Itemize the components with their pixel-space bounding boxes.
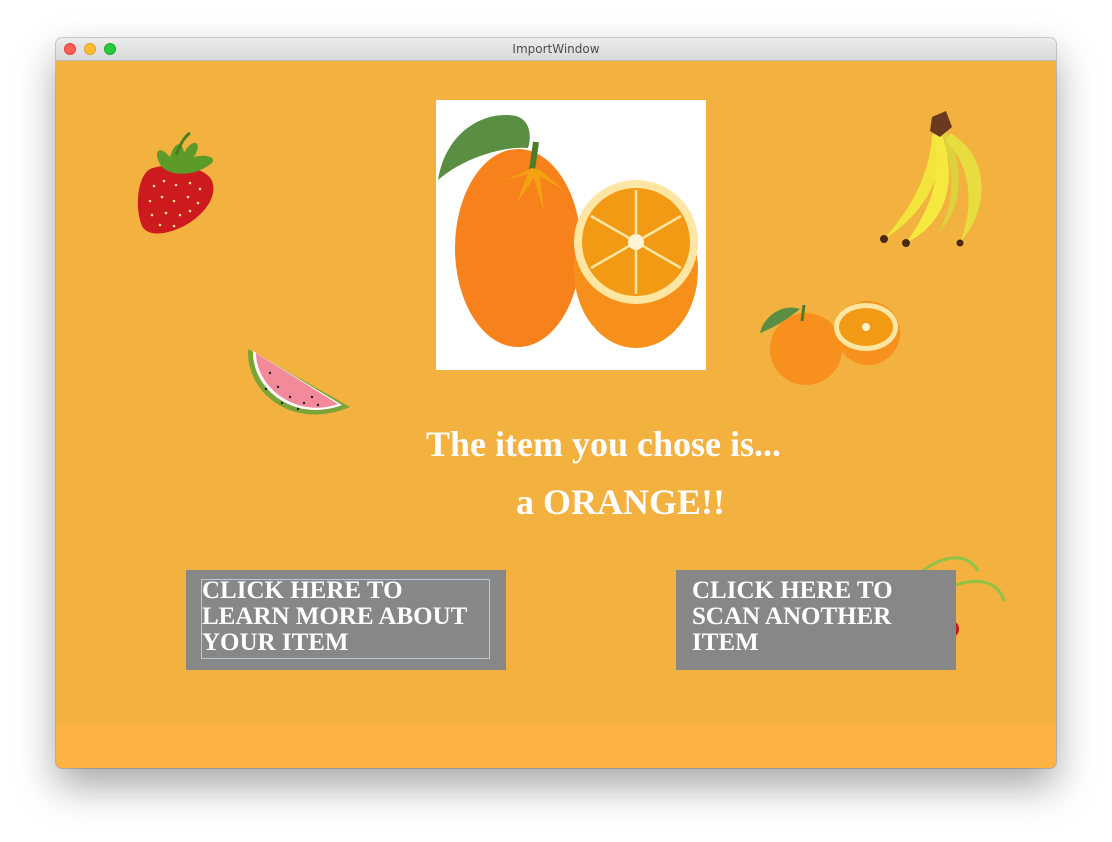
footer-band — [56, 725, 1056, 768]
watermelon-icon — [247, 349, 350, 415]
learn-more-button[interactable]: CLICK HERE TO LEARN MORE ABOUT YOUR ITEM — [186, 570, 506, 670]
result-headline: The item you chose is... — [426, 424, 781, 464]
result-item-image — [436, 100, 706, 370]
window-title: ImportWindow — [512, 42, 600, 56]
banana-icon — [880, 111, 982, 247]
title-bar[interactable]: ImportWindow — [56, 38, 1056, 61]
content-area: The item you chose is... a ORANGE!! CLIC… — [56, 61, 1056, 768]
import-window: ImportWindow The item you chose is... a … — [56, 38, 1056, 768]
scan-another-label: CLICK HERE TO SCAN ANOTHER ITEM — [692, 577, 893, 656]
focus-ring — [201, 579, 490, 659]
result-item-name: a ORANGE!! — [516, 482, 725, 522]
orange-fruit-icon — [438, 114, 698, 348]
strawberry-icon — [137, 131, 214, 234]
orange-icon — [760, 301, 900, 385]
scan-another-button[interactable]: CLICK HERE TO SCAN ANOTHER ITEM — [676, 570, 956, 670]
